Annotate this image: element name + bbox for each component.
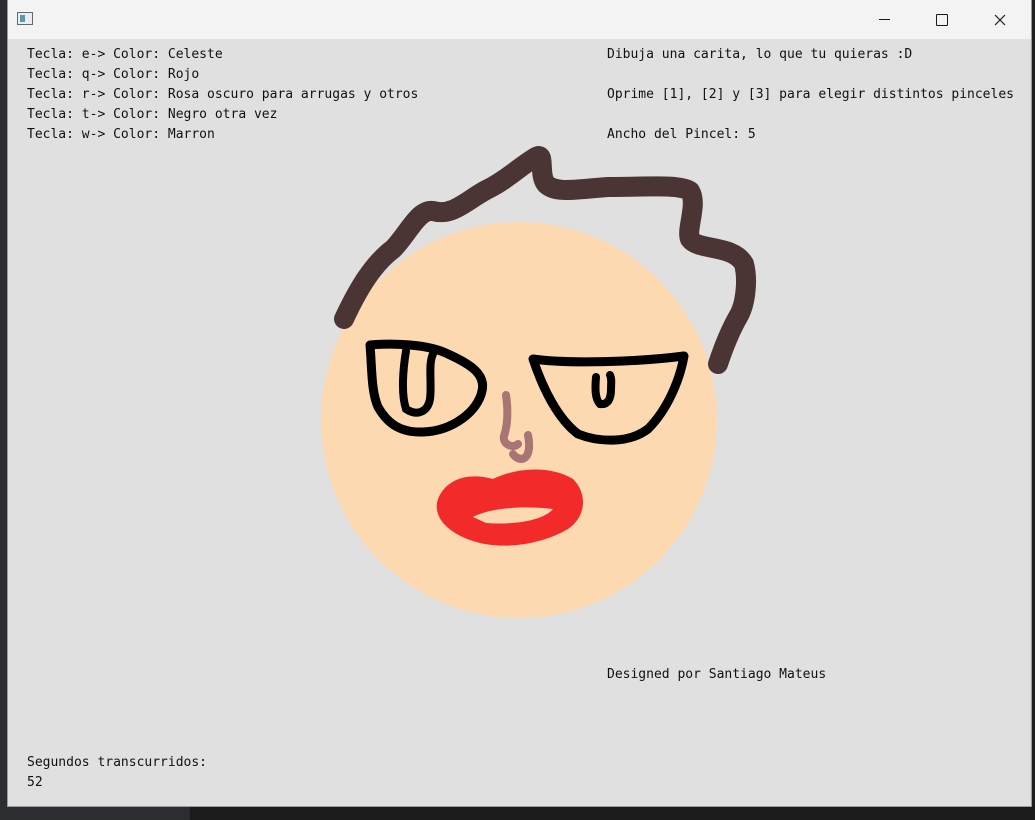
minimize-button[interactable]: [855, 0, 913, 39]
background-panel-edge: [0, 806, 190, 820]
close-button[interactable]: [971, 0, 1029, 39]
app-window-icon[interactable]: [17, 12, 33, 25]
close-icon: [994, 14, 1006, 25]
background-window-edge: [0, 0, 8, 820]
drawing-canvas[interactable]: Tecla: e-> Color: Celeste Tecla: q-> Col…: [8, 39, 1031, 806]
minimize-icon: [878, 19, 890, 20]
paint-app-window: Tecla: e-> Color: Celeste Tecla: q-> Col…: [8, 0, 1031, 806]
title-bar[interactable]: [8, 0, 1031, 39]
face-drawing: [321, 146, 756, 618]
timer-label: Segundos transcurridos:: [27, 755, 208, 770]
maximize-icon: [936, 13, 948, 26]
timer-value: 52: [27, 775, 43, 790]
maximize-button[interactable]: [913, 0, 971, 39]
credits-text: Designed por Santiago Mateus: [607, 667, 827, 682]
